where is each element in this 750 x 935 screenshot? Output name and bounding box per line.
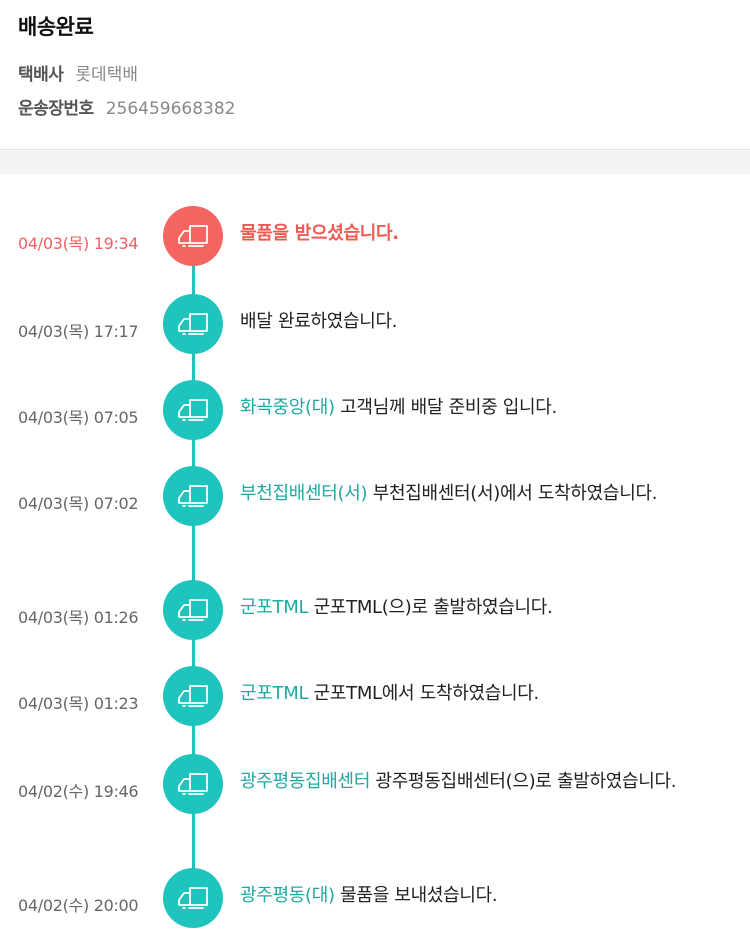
event-time: 04/02(수) 19:46 [18,782,139,801]
event-marker [163,380,223,440]
carrier-row: 택배사 롯데택배 [18,60,138,85]
event-message: 물품을 받으셨습니다. [240,222,740,246]
event-text: 고객님께 배달 준비중 입니다. [340,397,557,418]
event-text: 군포TML에서 도착하였습니다. [313,683,540,704]
delivery-header: 배송완료 택배사 롯데택배 운송장번호 256459668382 [0,0,750,150]
event-marker [163,666,223,726]
event-time: 04/02(수) 20:00 [18,896,139,915]
event-time: 04/03(목) 07:05 [18,408,139,427]
event-text: 물품을 받으셨습니다. [240,223,399,244]
event-time: 04/03(목) 01:23 [18,694,139,713]
tracking-timeline: 04/03(목) 19:34 물품을 받으셨습니다. 04/03(목) 17:1… [0,174,750,935]
event-message: 광주평동집배센터 광주평동집배센터(으)로 출발하였습니다. [240,770,740,794]
carrier-value: 롯데택배 [75,65,138,85]
event-marker [163,754,223,814]
event-text: 군포TML(으)로 출발하였습니다. [313,597,553,618]
delivery-truck-icon [178,773,208,795]
event-text: 광주평동집배센터(으)로 출발하였습니다. [375,771,677,792]
event-message: 부천집배센터(서) 부천집배센터(서)에서 도착하였습니다. [240,482,740,506]
event-location: 화곡중앙(대) [240,397,335,418]
delivery-truck-icon [178,313,208,335]
section-divider [0,150,750,174]
event-marker [163,206,223,266]
event-marker [163,466,223,526]
delivery-status-title: 배송완료 [18,15,94,39]
event-location: 광주평동(대) [240,885,335,906]
event-text: 부천집배센터(서)에서 도착하였습니다. [372,483,658,504]
event-location: 부천집배센터(서) [240,483,368,504]
delivery-truck-icon [178,599,208,621]
event-location: 군포TML [240,597,309,618]
event-marker [163,868,223,928]
event-message: 배달 완료하였습니다. [240,310,740,334]
event-marker [163,294,223,354]
event-location: 군포TML [240,683,309,704]
event-location: 광주평동집배센터 [240,771,371,792]
event-marker [163,580,223,640]
tracking-number[interactable]: 256459668382 [106,99,236,119]
tracking-row: 운송장번호 256459668382 [18,94,236,119]
delivery-truck-icon [178,399,208,421]
event-message: 광주평동(대) 물품을 보내셨습니다. [240,884,740,908]
event-message: 화곡중앙(대) 고객님께 배달 준비중 입니다. [240,396,740,420]
event-text: 물품을 보내셨습니다. [340,885,498,906]
delivery-truck-icon [178,887,208,909]
tracking-label: 운송장번호 [18,99,94,119]
event-time: 04/03(목) 17:17 [18,322,139,341]
event-time: 04/03(목) 07:02 [18,494,139,513]
event-message: 군포TML 군포TML(으)로 출발하였습니다. [240,596,740,620]
event-time: 04/03(목) 19:34 [18,234,139,253]
delivery-truck-icon [178,485,208,507]
event-text: 배달 완료하였습니다. [240,311,398,332]
delivery-truck-icon [178,685,208,707]
carrier-label: 택배사 [18,65,64,85]
event-time: 04/03(목) 01:26 [18,608,139,627]
event-message: 군포TML 군포TML에서 도착하였습니다. [240,682,740,706]
delivery-truck-icon [178,225,208,247]
